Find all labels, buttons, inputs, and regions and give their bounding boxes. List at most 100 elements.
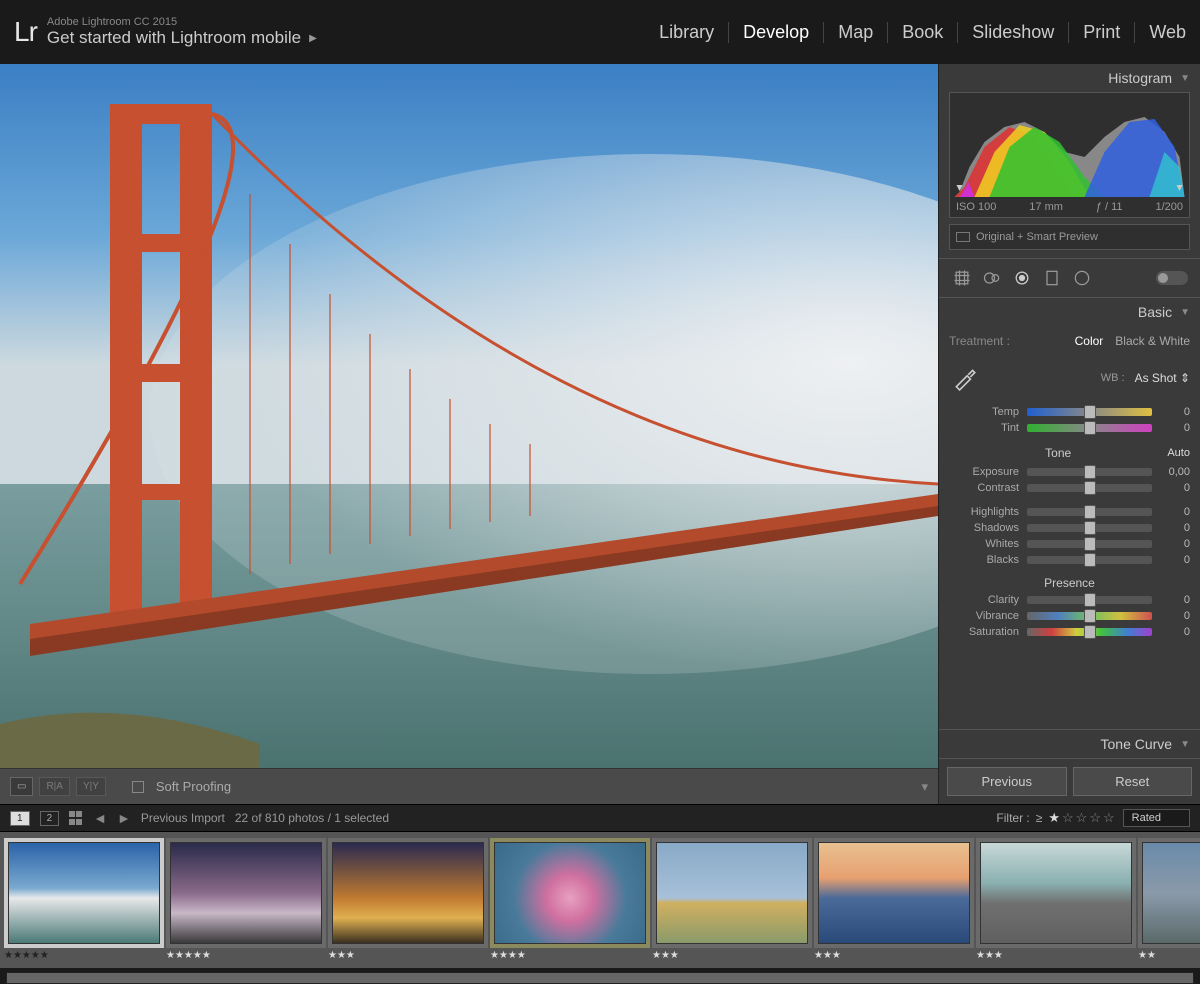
filmstrip[interactable]: ★★★★★★★★★★★★★★★★★★★★★★★★★★★★	[0, 832, 1200, 968]
gradient-tool-icon[interactable]	[1041, 267, 1063, 289]
thumb-rating: ★★★★★	[4, 948, 164, 961]
thumb-rating: ★★★	[814, 948, 974, 961]
reset-button[interactable]: Reset	[1073, 767, 1193, 796]
tint-slider[interactable]	[1027, 424, 1152, 432]
filter-operator[interactable]: ≥	[1036, 811, 1043, 825]
whites-value[interactable]: 0	[1160, 538, 1190, 550]
thumb-rating: ★★★★★	[166, 948, 326, 961]
histogram[interactable]: ISO 100 17 mm ƒ / 11 1/200	[949, 92, 1190, 218]
tool-mask-toggle[interactable]	[1156, 271, 1188, 285]
whites-slider[interactable]	[1027, 540, 1152, 548]
nav-back-icon[interactable]: ◄	[93, 810, 107, 826]
filmstrip-thumb[interactable]: ★★★★	[490, 838, 650, 961]
develop-right-panel: Histogram ▼ ISO 100 17 mm ƒ / 11 1/200	[938, 64, 1200, 804]
treatment-bw[interactable]: Black & White	[1115, 334, 1190, 348]
presence-section-label: Presence	[949, 568, 1190, 592]
blacks-value[interactable]: 0	[1160, 554, 1190, 566]
blacks-slider[interactable]	[1027, 556, 1152, 564]
thumb-rating: ★★★	[652, 948, 812, 961]
contrast-slider[interactable]	[1027, 484, 1152, 492]
photo-preview[interactable]	[0, 64, 938, 768]
module-slideshow[interactable]: Slideshow	[958, 22, 1069, 43]
auto-tone-button[interactable]: Auto	[1167, 447, 1190, 459]
temp-value[interactable]: 0	[1160, 406, 1190, 418]
histogram-header[interactable]: Histogram ▼	[939, 64, 1200, 92]
filmstrip-thumb[interactable]: ★★★	[814, 838, 974, 961]
module-print[interactable]: Print	[1069, 22, 1135, 43]
top-bar: Lr Adobe Lightroom CC 2015 Get started w…	[0, 0, 1200, 64]
vibrance-label: Vibrance	[949, 610, 1019, 622]
chevron-down-icon: ▼	[1180, 307, 1190, 318]
treatment-color[interactable]: Color	[1075, 334, 1104, 348]
monitor-1-badge[interactable]: 1	[10, 811, 30, 826]
saturation-value[interactable]: 0	[1160, 626, 1190, 638]
module-map[interactable]: Map	[824, 22, 888, 43]
shadows-slider[interactable]	[1027, 524, 1152, 532]
filmstrip-thumb[interactable]: ★★★★★	[4, 838, 164, 961]
tint-label: Tint	[949, 422, 1019, 434]
filmstrip-thumb[interactable]: ★★★	[652, 838, 812, 961]
wb-eyedropper-icon[interactable]	[949, 362, 981, 394]
shadows-value[interactable]: 0	[1160, 522, 1190, 534]
exposure-value[interactable]: 0,00	[1160, 466, 1190, 478]
image-area: ▭ R|A Y|Y Soft Proofing ▾	[0, 64, 938, 804]
vibrance-value[interactable]: 0	[1160, 610, 1190, 622]
treatment-label: Treatment :	[949, 334, 1010, 348]
local-tools-strip	[939, 258, 1200, 298]
histogram-focal: 17 mm	[1029, 201, 1063, 213]
toolbar-options-dropdown[interactable]: ▾	[921, 779, 928, 795]
previous-button[interactable]: Previous	[947, 767, 1067, 796]
filter-label: Filter :	[996, 811, 1029, 825]
basic-header[interactable]: Basic ▼	[939, 298, 1200, 326]
thumb-rating: ★★	[1138, 948, 1200, 961]
contrast-value[interactable]: 0	[1160, 482, 1190, 494]
histogram-title: Histogram	[1108, 70, 1172, 86]
soft-proof-checkbox[interactable]	[132, 781, 144, 793]
preview-mode-row[interactable]: Original + Smart Preview	[949, 224, 1190, 250]
saturation-slider[interactable]	[1027, 628, 1152, 636]
highlights-slider[interactable]	[1027, 508, 1152, 516]
module-book[interactable]: Book	[888, 22, 958, 43]
filmstrip-scrollbar[interactable]	[6, 972, 1194, 984]
monitor-2-badge[interactable]: 2	[40, 811, 60, 826]
before-after-tb-button[interactable]: Y|Y	[76, 777, 106, 796]
tint-value[interactable]: 0	[1160, 422, 1190, 434]
filter-dropdown[interactable]: Rated	[1123, 809, 1190, 827]
blacks-label: Blacks	[949, 554, 1019, 566]
grid-view-icon[interactable]	[69, 811, 83, 825]
filter-stars[interactable]: ★☆☆☆☆	[1048, 810, 1116, 826]
chevron-down-icon: ▼	[1180, 73, 1190, 84]
filmstrip-thumb[interactable]: ★★★★★	[166, 838, 326, 961]
filmstrip-source[interactable]: Previous Import	[141, 811, 225, 825]
redeye-tool-icon[interactable]	[1011, 267, 1033, 289]
loupe-view-button[interactable]: ▭	[10, 777, 33, 796]
filmstrip-thumb[interactable]: ★★	[1138, 838, 1200, 961]
clarity-label: Clarity	[949, 594, 1019, 606]
module-library[interactable]: Library	[645, 22, 729, 43]
exposure-slider[interactable]	[1027, 468, 1152, 476]
mobile-promo-link[interactable]: Get started with Lightroom mobile ▶	[47, 28, 317, 48]
histogram-shutter: 1/200	[1155, 201, 1183, 213]
exposure-label: Exposure	[949, 466, 1019, 478]
wb-dropdown[interactable]: As Shot ⇕	[1135, 371, 1190, 385]
radial-tool-icon[interactable]	[1071, 267, 1093, 289]
app-name-label: Adobe Lightroom CC 2015	[47, 16, 317, 28]
highlights-value[interactable]: 0	[1160, 506, 1190, 518]
clarity-slider[interactable]	[1027, 596, 1152, 604]
module-web[interactable]: Web	[1135, 22, 1186, 43]
highlights-label: Highlights	[949, 506, 1019, 518]
crop-tool-icon[interactable]	[951, 267, 973, 289]
filmstrip-thumb[interactable]: ★★★	[328, 838, 488, 961]
nav-forward-icon[interactable]: ►	[117, 810, 131, 826]
filmstrip-thumb[interactable]: ★★★	[976, 838, 1136, 961]
chevron-down-icon: ▼	[1180, 739, 1190, 750]
spot-removal-icon[interactable]	[981, 267, 1003, 289]
temp-slider[interactable]	[1027, 408, 1152, 416]
before-after-lr-button[interactable]: R|A	[39, 777, 70, 796]
module-develop[interactable]: Develop	[729, 22, 824, 43]
tonecurve-header[interactable]: Tone Curve ▼	[939, 729, 1200, 758]
clarity-value[interactable]: 0	[1160, 594, 1190, 606]
develop-toolbar: ▭ R|A Y|Y Soft Proofing ▾	[0, 768, 938, 804]
shadows-label: Shadows	[949, 522, 1019, 534]
vibrance-slider[interactable]	[1027, 612, 1152, 620]
